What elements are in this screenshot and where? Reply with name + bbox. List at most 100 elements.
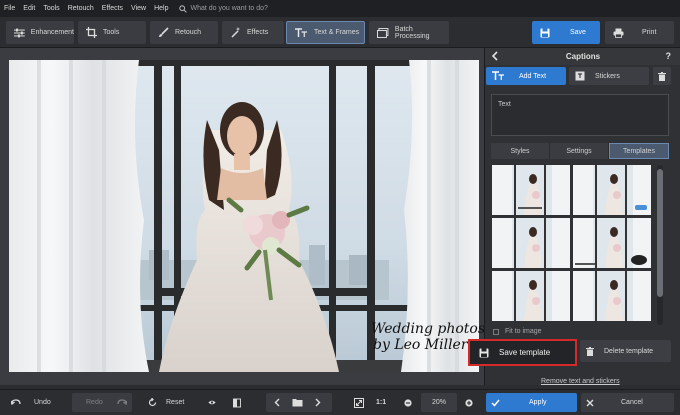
search-icon bbox=[178, 4, 187, 13]
apply-button[interactable]: Apply bbox=[486, 393, 577, 412]
template-thumb-2[interactable] bbox=[573, 165, 651, 215]
actual-size-button[interactable]: 1:1 bbox=[374, 393, 394, 412]
menu-file[interactable]: File bbox=[4, 5, 15, 12]
template-thumb-1[interactable] bbox=[492, 165, 570, 215]
fit-screen-icon bbox=[354, 397, 364, 408]
subtab-bar: Styles Settings Templates bbox=[491, 143, 669, 159]
captions-panel: Captions ? Add Text Stickers Text Styles… bbox=[484, 48, 680, 385]
stickers-label: Stickers bbox=[595, 72, 620, 80]
menu-retouch[interactable]: Retouch bbox=[68, 5, 94, 12]
menu-bar: File Edit Tools Retouch Effects View Hel… bbox=[0, 0, 680, 17]
stickers-button[interactable]: Stickers bbox=[569, 67, 649, 85]
tab-text-frames[interactable]: Text & Frames bbox=[286, 21, 365, 44]
tab-enhancement[interactable]: Enhancement bbox=[6, 21, 74, 44]
reset-button[interactable]: Reset bbox=[143, 393, 193, 412]
crop-icon bbox=[86, 27, 97, 38]
apply-label: Apply bbox=[529, 399, 547, 406]
search-box[interactable]: What do you want to do? bbox=[178, 4, 268, 13]
tab-batch-processing[interactable]: Batch Processing bbox=[369, 21, 449, 44]
watermark-line-1: Wedding photos bbox=[371, 321, 486, 337]
fit-to-image-checkbox[interactable]: Fit to image bbox=[493, 328, 542, 335]
fit-screen-button[interactable] bbox=[349, 393, 369, 412]
panel-header: Captions ? bbox=[485, 48, 680, 65]
text-icon bbox=[295, 27, 307, 37]
caption-text-input[interactable]: Text bbox=[491, 94, 669, 136]
tab-batch-processing-label: Batch Processing bbox=[394, 25, 430, 40]
print-button[interactable]: Print bbox=[605, 21, 674, 44]
templates-grid bbox=[491, 164, 655, 324]
checkmark-icon bbox=[491, 399, 500, 407]
batch-icon bbox=[377, 27, 389, 38]
chevron-right-icon[interactable] bbox=[315, 398, 321, 407]
tab-effects[interactable]: Effects bbox=[222, 21, 284, 44]
reset-icon bbox=[148, 398, 157, 407]
help-icon[interactable]: ? bbox=[666, 51, 672, 61]
add-text-button[interactable]: Add Text bbox=[486, 67, 566, 85]
menu-effects[interactable]: Effects bbox=[102, 5, 123, 12]
delete-template-label: Delete template bbox=[604, 347, 654, 355]
redo-label: Redo bbox=[86, 399, 103, 406]
save-button[interactable]: Save bbox=[532, 21, 600, 44]
remove-text-link[interactable]: Remove text and stickers bbox=[541, 378, 620, 385]
trash-icon bbox=[586, 346, 594, 356]
floppy-disk-icon bbox=[479, 348, 489, 357]
redo-icon bbox=[117, 398, 127, 405]
menu-view[interactable]: View bbox=[131, 5, 146, 12]
minus-icon bbox=[404, 398, 412, 407]
tab-retouch-label: Retouch bbox=[175, 29, 202, 36]
magic-wand-icon bbox=[231, 27, 241, 38]
subtab-styles[interactable]: Styles bbox=[491, 143, 550, 159]
printer-icon bbox=[613, 28, 624, 38]
folder-icon[interactable] bbox=[292, 398, 303, 407]
template-thumb-4[interactable] bbox=[573, 218, 651, 268]
delete-template-button[interactable]: Delete template bbox=[580, 340, 671, 362]
template-thumb-5[interactable] bbox=[492, 271, 570, 321]
search-placeholder: What do you want to do? bbox=[190, 5, 268, 12]
zoom-out-button[interactable] bbox=[399, 393, 417, 412]
redo-button[interactable]: Redo bbox=[72, 393, 132, 412]
menu-edit[interactable]: Edit bbox=[23, 5, 35, 12]
floppy-disk-icon bbox=[540, 28, 550, 37]
subtab-settings[interactable]: Settings bbox=[550, 143, 609, 159]
tab-text-frames-label: Text & Frames bbox=[314, 29, 360, 36]
tab-retouch[interactable]: Retouch bbox=[150, 21, 218, 44]
menu-tools[interactable]: Tools bbox=[43, 5, 59, 12]
cancel-label: Cancel bbox=[621, 399, 643, 406]
print-label: Print bbox=[642, 29, 657, 36]
preview-toggle[interactable] bbox=[203, 393, 221, 412]
zoom-value: 20% bbox=[431, 399, 446, 406]
text-icon bbox=[492, 71, 504, 80]
tab-effects-label: Effects bbox=[247, 29, 269, 36]
navigation-group bbox=[266, 393, 332, 412]
undo-button[interactable]: Undo bbox=[6, 393, 62, 412]
template-thumb-6[interactable] bbox=[573, 271, 651, 321]
zoom-in-button[interactable] bbox=[460, 393, 478, 412]
undo-icon bbox=[11, 398, 21, 405]
template-thumb-3[interactable] bbox=[492, 218, 570, 268]
templates-scrollbar[interactable] bbox=[657, 165, 663, 325]
fit-to-image-label: Fit to image bbox=[505, 328, 542, 335]
save-template-label: Save template bbox=[499, 348, 551, 357]
checkbox-box[interactable] bbox=[493, 328, 499, 335]
sticker-icon bbox=[575, 71, 585, 81]
eye-icon bbox=[208, 400, 216, 405]
compare-toggle[interactable] bbox=[228, 393, 246, 412]
add-text-label: Add Text bbox=[519, 72, 547, 80]
zoom-level[interactable]: 20% bbox=[421, 393, 457, 412]
back-arrow-icon[interactable] bbox=[491, 51, 499, 61]
tab-tools[interactable]: Tools bbox=[78, 21, 146, 44]
delete-caption-button[interactable] bbox=[653, 67, 671, 85]
menu-help[interactable]: Help bbox=[154, 5, 168, 12]
tab-tools-label: Tools bbox=[103, 29, 120, 36]
sliders-icon bbox=[14, 28, 25, 37]
scrollbar-thumb[interactable] bbox=[657, 169, 663, 297]
compare-icon bbox=[233, 398, 241, 407]
cancel-button[interactable]: Cancel bbox=[581, 393, 674, 412]
chevron-left-icon[interactable] bbox=[274, 398, 280, 407]
undo-label: Undo bbox=[34, 399, 51, 406]
tab-enhancement-label: Enhancement bbox=[30, 29, 74, 36]
save-template-button[interactable]: Save template bbox=[468, 339, 577, 366]
subtab-templates[interactable]: Templates bbox=[609, 143, 669, 159]
save-label: Save bbox=[570, 29, 586, 36]
close-icon bbox=[586, 399, 594, 406]
